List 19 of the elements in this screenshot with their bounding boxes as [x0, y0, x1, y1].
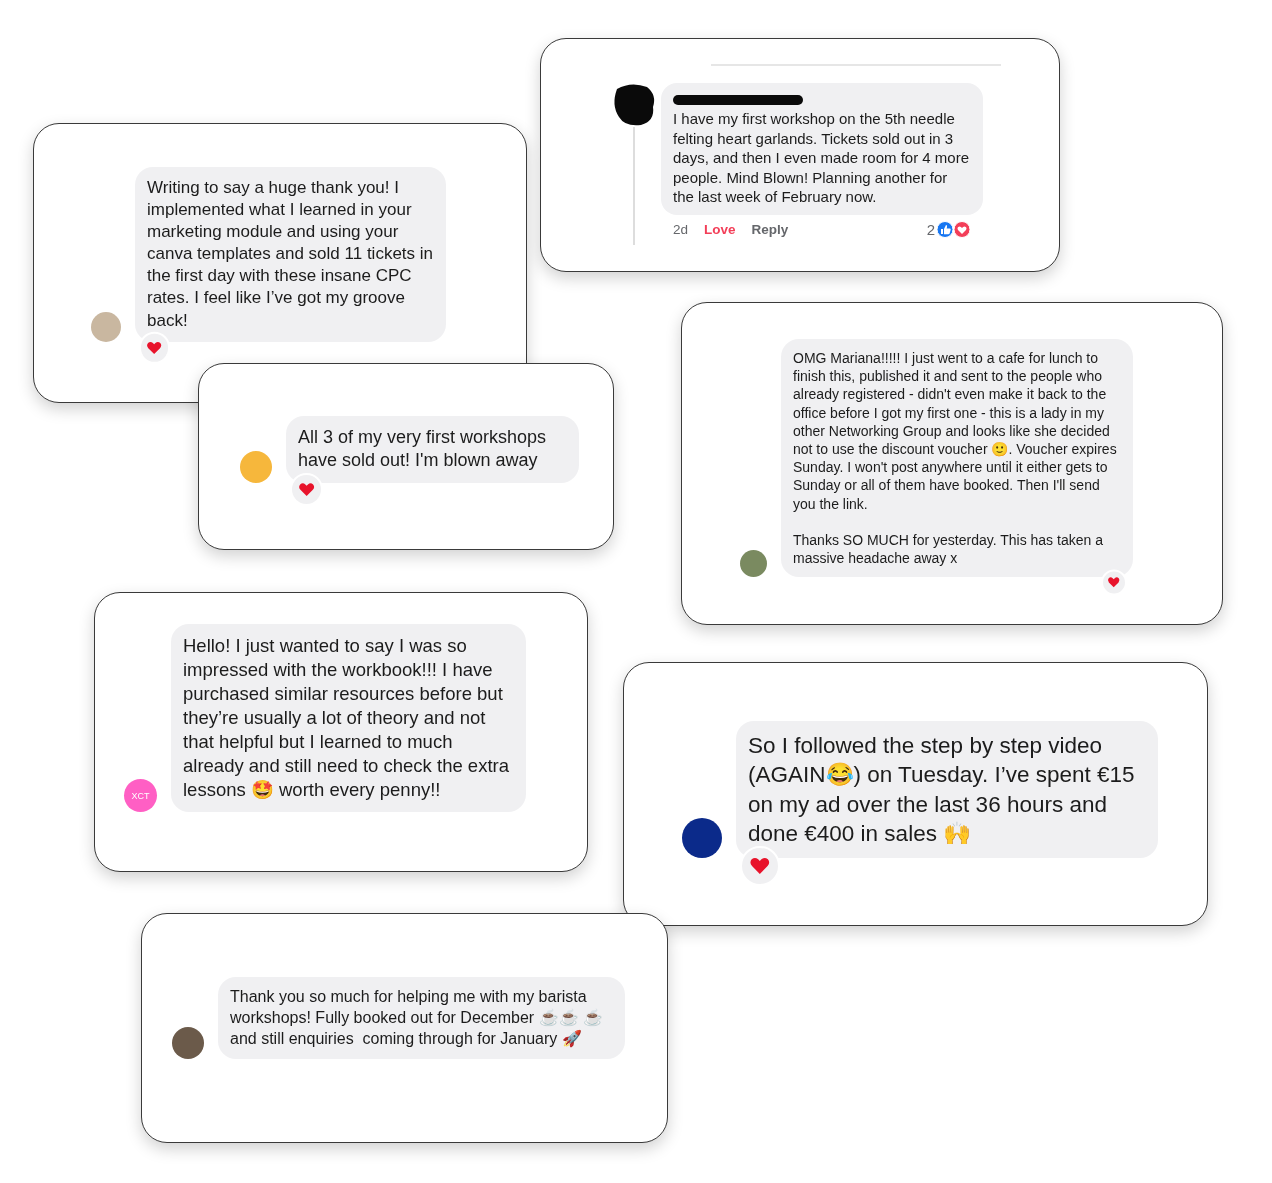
- avatar-initials: XCT: [131, 790, 150, 801]
- message-text: So I followed the step by step video (AGAIN😂) on Tuesday. I’ve spent €15 on my ad over the last 36 hours and done €400 in sales 🙌: [748, 732, 1136, 848]
- reactions-icon: [937, 220, 971, 238]
- message-text: Thank you so much for helping me with my barista workshops! Fully booked out for December ☕☕ ☕ and still enquiries coming through for January 🚀: [230, 987, 605, 1049]
- avatar: [740, 550, 767, 578]
- message-text: Writing to say a huge thank you! I implemented what I learned in your marketing module and using your canva templates and sold 11 tickets in the first day with these insane CPC rates. I feel like I’ve got my groove back!: [147, 177, 434, 332]
- message-text: All 3 of my very first workshops have sold out! I'm blown away: [298, 426, 548, 473]
- reaction-count: 2: [926, 220, 935, 238]
- avatar: [682, 818, 722, 858]
- comment-text: I have my first workshop on the 5th needle felting heart garlands. Tickets sold out in 3 days, and then I even made room for 4 more people. Mind Blown! Planning another for the last week of February now.: [673, 109, 970, 207]
- message-text: OMG Mariana!!!!! I just went to a cafe for lunch to finish this, published it and sent to the people who already registered - didn't even make it back to the office before I got my first one - this is a lady in my other Networking Group and looks like she decided not to use the discount voucher 🙂. Voucher expires Sunday. I won't post anywhere until it either gets to Sunday or all of them have booked. Then I'll send you the link. Thanks SO MUCH for yesterday. This has taken a massive headache away x: [793, 349, 1118, 568]
- redacted-avatar-icon: [611, 81, 657, 127]
- avatar: [91, 311, 121, 342]
- avatar: [240, 450, 272, 483]
- comment-action[interactable]: Love: [704, 221, 736, 237]
- comment-time: 2d: [673, 221, 689, 237]
- comment-action[interactable]: Reply: [751, 221, 789, 237]
- message-text: Hello! I just wanted to say I was so impressed with the workbook!!! I have purchased similar resources before but they’re usually a lot of theory and not that helpful but I learned to much already and still need to check the extra lessons 🤩 worth every penny!!: [183, 634, 510, 803]
- avatar: [172, 1027, 204, 1060]
